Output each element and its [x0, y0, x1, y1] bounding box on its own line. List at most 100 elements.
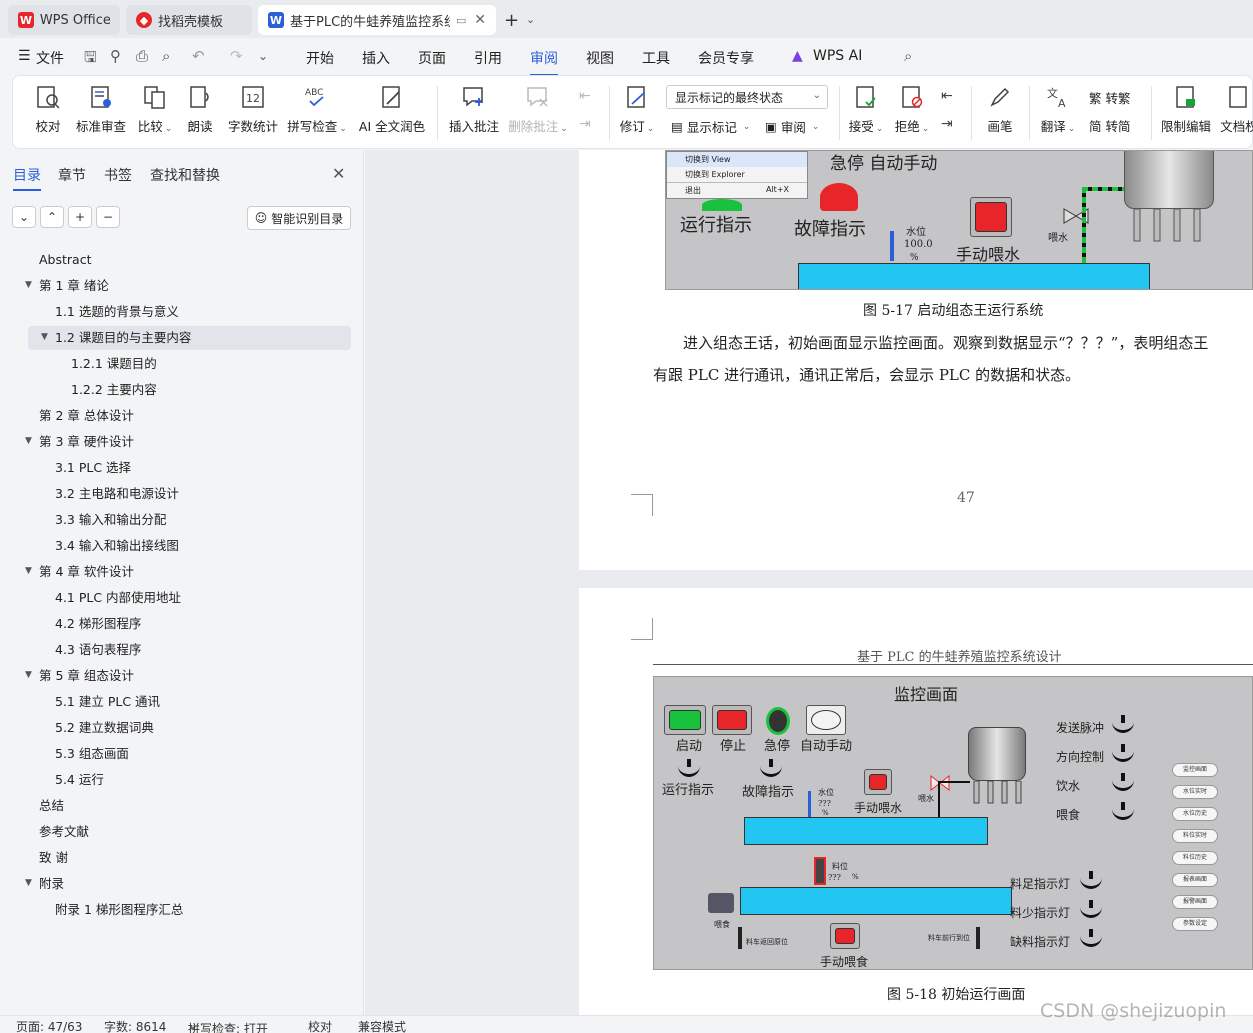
accept-button[interactable]: 接受 ⌄ — [847, 84, 885, 135]
remove-heading-button[interactable]: − — [96, 206, 120, 228]
toc-item[interactable]: 4.3 语句表程序 — [55, 638, 141, 662]
restrict-edit-button[interactable]: 限制编辑 — [1161, 84, 1211, 135]
menu-insert[interactable]: 插入 — [362, 48, 390, 68]
new-tab-icon[interactable]: + — [504, 10, 519, 31]
review-pane-button[interactable]: ▣ 审阅 ⌄ — [765, 117, 819, 136]
chevron-down-icon[interactable]: ⌄ — [526, 13, 535, 26]
toc-item[interactable]: 5.3 组态画面 — [55, 742, 129, 766]
share-icon[interactable]: ⚲ — [110, 47, 121, 65]
word-count-indicator[interactable]: 字数: 8614 — [104, 1018, 166, 1033]
tab-document[interactable]: W 基于PLC的牛蛙养殖监控系统 ▭ ✕ — [258, 5, 496, 35]
spell-check-button[interactable]: ABC 拼写检查 ⌄ — [287, 84, 347, 135]
tab-find-replace[interactable]: 查找和替换 — [150, 165, 220, 185]
menu-view[interactable]: 视图 — [586, 48, 614, 68]
undo-icon[interactable]: ↶ — [192, 47, 205, 65]
pen-button[interactable]: 画笔 — [983, 84, 1017, 135]
toc-item[interactable]: Abstract — [39, 248, 91, 272]
toc-item[interactable]: 参考文献 — [39, 820, 89, 844]
print-icon[interactable]: ⎙ — [136, 47, 148, 65]
toc-item[interactable]: 3.4 输入和输出接线图 — [55, 534, 179, 558]
proofread-button[interactable]: 校对 — [31, 84, 65, 135]
expand-down-button[interactable]: ⌄ — [12, 206, 36, 228]
toc-item[interactable]: 1.2.2 主要内容 — [71, 378, 157, 402]
markup-mode-select[interactable]: 显示标记的最终状态 ⌄ — [666, 85, 828, 109]
spell-check-indicator[interactable]: 拼写检查: 打开 ⌄ — [188, 1018, 268, 1033]
add-heading-button[interactable]: + — [68, 206, 92, 228]
quick-access-dropdown-icon[interactable]: ⌄ — [258, 49, 268, 63]
smart-toc-button[interactable]: ☺ 智能识别目录 — [247, 206, 351, 230]
toc-item[interactable]: 第 4 章 软件设计 — [39, 560, 134, 584]
toc-item[interactable]: 第 5 章 组态设计 — [39, 664, 134, 688]
redo-icon[interactable]: ↷ — [230, 47, 243, 65]
menu-member[interactable]: 会员专享 — [698, 48, 754, 68]
toc-item[interactable]: 附录 — [39, 872, 64, 896]
delete-comment-button[interactable]: 删除批注 ⌄ — [507, 84, 569, 135]
search-icon[interactable]: ⌕ — [904, 47, 912, 65]
menu-page[interactable]: 页面 — [418, 48, 446, 68]
show-markup-button[interactable]: ▤ 显示标记 ⌄ — [671, 117, 750, 136]
save-icon[interactable]: 🖫 — [84, 47, 97, 72]
expand-toggle-icon[interactable]: ▼ — [41, 332, 48, 342]
standard-review-button[interactable]: 标准审查 — [73, 84, 129, 135]
read-aloud-button[interactable]: 朗读 — [185, 84, 215, 135]
reject-button[interactable]: 拒绝 ⌄ — [893, 84, 931, 135]
document-canvas[interactable]: 切换到 View 切换到 Explorer 退出 Alt+X 急停 自动手动 运行… — [365, 150, 1253, 1015]
expand-toggle-icon[interactable]: ▼ — [25, 436, 32, 446]
toc-item[interactable]: 1.1 选题的背景与意义 — [55, 300, 179, 324]
menu-wps-ai[interactable]: WPS AI — [813, 48, 862, 64]
toc-item[interactable]: 1.2.1 课题目的 — [71, 352, 157, 376]
collapse-up-button[interactable]: ⌃ — [40, 206, 64, 228]
expand-toggle-icon[interactable]: ▼ — [25, 878, 32, 888]
tab-template[interactable]: ◆ 找稻壳模板 — [126, 5, 252, 35]
to-traditional-button[interactable]: 繁 转繁 — [1089, 88, 1131, 107]
menu-tools[interactable]: 工具 — [642, 48, 670, 68]
toc-item[interactable]: 4.2 梯形图程序 — [55, 612, 141, 636]
toc-item[interactable]: 附录 1 梯形图程序汇总 — [55, 898, 183, 922]
to-simplified-button[interactable]: 简 转简 — [1089, 116, 1131, 135]
menu-review[interactable]: 审阅 — [530, 48, 558, 76]
toc-item[interactable]: 总结 — [39, 794, 64, 818]
proofread-indicator[interactable]: 校对 — [308, 1018, 332, 1033]
prev-comment-icon[interactable]: ⇤ — [579, 88, 591, 104]
expand-toggle-icon[interactable]: ▼ — [25, 670, 32, 680]
toc-item[interactable]: 5.4 运行 — [55, 768, 104, 792]
word-count-button[interactable]: 12 字数统计 — [227, 84, 279, 135]
revise-button[interactable]: 修订 ⌄ — [617, 84, 657, 135]
compare-button[interactable]: 比较 ⌄ — [135, 84, 175, 135]
close-icon[interactable]: ✕ — [332, 164, 345, 183]
insert-comment-button[interactable]: 插入批注 — [447, 84, 501, 135]
menu-reference[interactable]: 引用 — [474, 48, 502, 68]
toc-item[interactable]: 第 2 章 总体设计 — [39, 404, 134, 428]
toc-item[interactable]: 第 3 章 硬件设计 — [39, 430, 134, 454]
toc-item[interactable]: 5.2 建立数据词典 — [55, 716, 154, 740]
doc-rights-button[interactable]: 文档权 — [1219, 84, 1253, 135]
page-47[interactable]: 切换到 View 切换到 Explorer 退出 Alt+X 急停 自动手动 运行… — [579, 150, 1253, 570]
monitor-icon[interactable]: ▭ — [456, 14, 466, 27]
toc-item[interactable]: 3.3 输入和输出分配 — [55, 508, 166, 532]
menu-icon[interactable]: ☰ — [18, 48, 31, 64]
toc-item[interactable]: 3.2 主电路和电源设计 — [55, 482, 179, 506]
expand-toggle-icon[interactable]: ▼ — [25, 566, 32, 576]
next-comment-icon[interactable]: ⇥ — [579, 116, 591, 132]
toc-item[interactable]: 第 1 章 绪论 — [39, 274, 109, 298]
ai-polish-button[interactable]: AI 全文润色 — [357, 84, 427, 135]
toc-item[interactable]: 5.1 建立 PLC 通讯 — [55, 690, 160, 714]
toc-item[interactable]: 致 谢 — [39, 846, 68, 870]
close-tab-icon[interactable]: ✕ — [474, 12, 486, 28]
page-indicator[interactable]: 页面: 47/63 — [16, 1018, 82, 1033]
expand-toggle-icon[interactable]: ▼ — [25, 280, 32, 290]
print-preview-icon[interactable]: ⌕ — [162, 47, 170, 65]
tab-bookmarks[interactable]: 书签 — [104, 165, 132, 185]
next-change-icon[interactable]: ⇥ — [941, 116, 953, 132]
toc-item[interactable]: 1.2 课题目的与主要内容 — [55, 326, 191, 350]
tab-toc[interactable]: 目录 — [13, 165, 41, 191]
toc-item[interactable]: 3.1 PLC 选择 — [55, 456, 131, 480]
menu-file[interactable]: 文件 — [36, 48, 64, 68]
page-48[interactable]: 基于 PLC 的牛蛙养殖监控系统设计 监控画面 启动 停止 急停 自动手动 运行… — [579, 588, 1253, 1015]
toc-item[interactable]: 4.1 PLC 内部使用地址 — [55, 586, 181, 610]
tab-wps-office[interactable]: W WPS Office — [8, 5, 120, 35]
menu-start[interactable]: 开始 — [306, 48, 334, 68]
translate-button[interactable]: 文A 翻译 ⌄ — [1039, 84, 1077, 135]
prev-change-icon[interactable]: ⇤ — [941, 88, 953, 104]
tab-chapters[interactable]: 章节 — [58, 165, 86, 185]
